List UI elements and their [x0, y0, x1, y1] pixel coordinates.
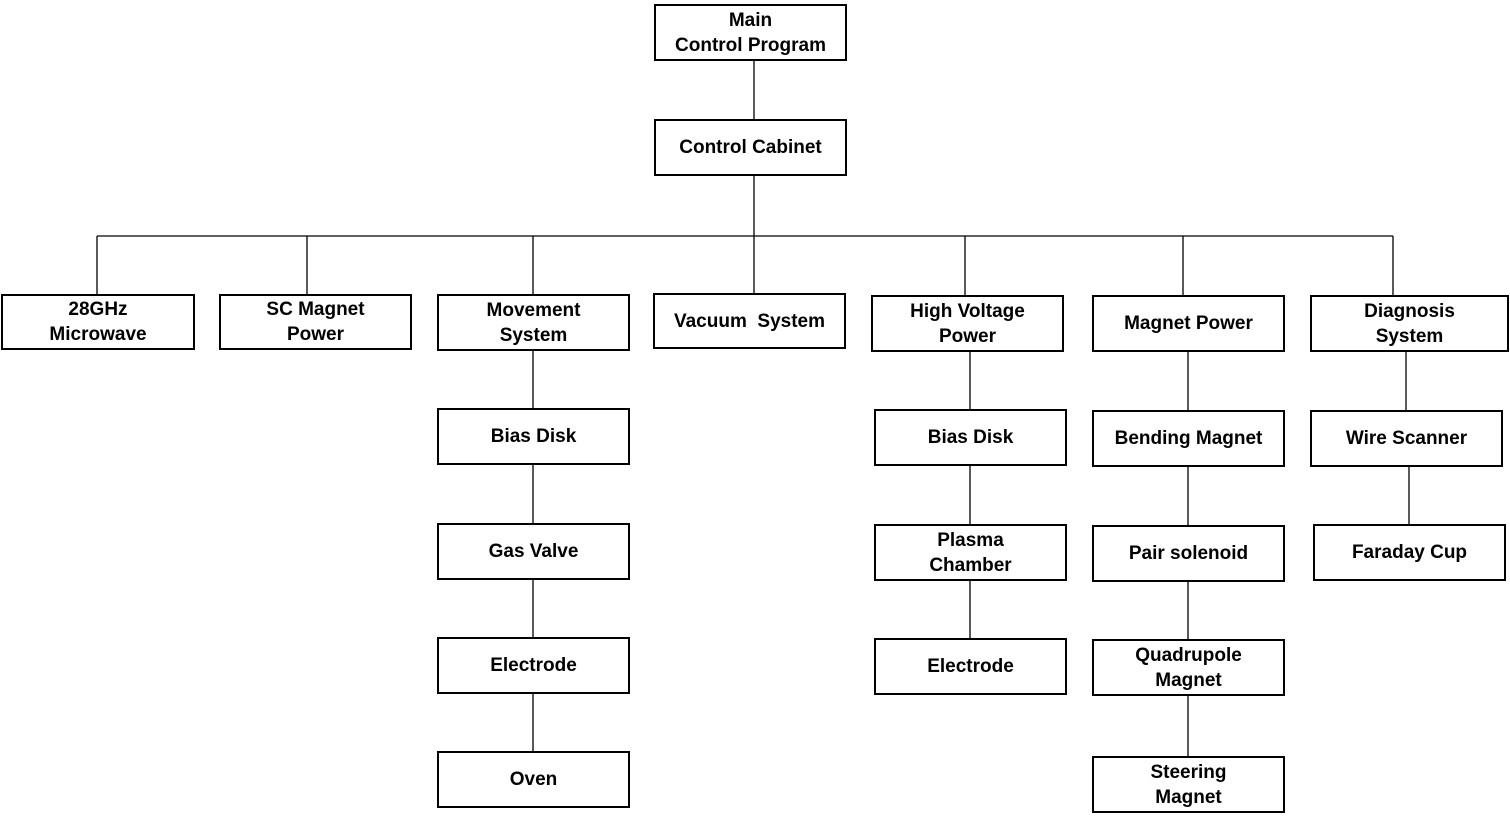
node-bending-magnet: Bending Magnet [1092, 410, 1285, 467]
node-quadrupole-magnet: Quadrupole Magnet [1092, 639, 1285, 696]
node-oven: Oven [437, 751, 630, 808]
node-diagnosis-system: Diagnosis System [1310, 295, 1509, 352]
node-bias-disk: Bias Disk [437, 408, 630, 465]
node-28ghz-microwave: 28GHz Microwave [1, 294, 195, 350]
node-magnet-power: Magnet Power [1092, 295, 1285, 352]
node-faraday-cup: Faraday Cup [1313, 524, 1506, 581]
node-plasma-chamber: Plasma Chamber [874, 524, 1067, 581]
node-gas-valve: Gas Valve [437, 523, 630, 580]
node-high-voltage-power: High Voltage Power [871, 295, 1064, 352]
node-control-cabinet: Control Cabinet [654, 119, 847, 176]
node-vacuum-system: Vacuum System [653, 293, 846, 349]
node-main-control-program: Main Control Program [654, 4, 847, 61]
node-movement-system: Movement System [437, 294, 630, 351]
node-wire-scanner: Wire Scanner [1310, 410, 1503, 467]
node-electrode: Electrode [874, 638, 1067, 695]
node-electrode: Electrode [437, 637, 630, 694]
node-steering-magnet: Steering Magnet [1092, 756, 1285, 813]
node-sc-magnet-power: SC Magnet Power [219, 294, 412, 350]
node-bias-disk: Bias Disk [874, 409, 1067, 466]
node-pair-solenoid: Pair solenoid [1092, 525, 1285, 582]
